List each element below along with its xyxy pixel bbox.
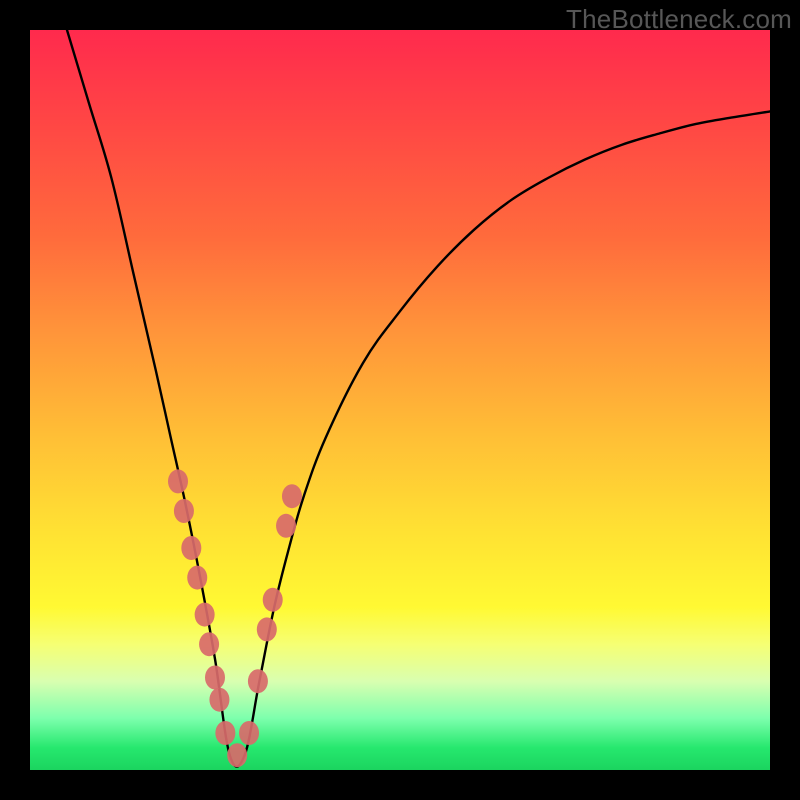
highlight-beads — [168, 469, 302, 767]
bead-point — [239, 721, 259, 745]
bead-point — [257, 617, 277, 641]
bottleneck-curve — [67, 30, 770, 767]
bead-point — [168, 469, 188, 493]
curve-layer — [30, 30, 770, 770]
bead-point — [276, 514, 296, 538]
bead-point — [215, 721, 235, 745]
plot-area — [30, 30, 770, 770]
bead-point — [227, 743, 247, 767]
bead-point — [248, 669, 268, 693]
bead-point — [187, 566, 207, 590]
bead-point — [263, 588, 283, 612]
bead-point — [195, 603, 215, 627]
bead-point — [205, 666, 225, 690]
bead-point — [174, 499, 194, 523]
bead-point — [282, 484, 302, 508]
watermark-text: TheBottleneck.com — [566, 4, 792, 35]
chart-frame: TheBottleneck.com — [0, 0, 800, 800]
bead-point — [181, 536, 201, 560]
bead-point — [199, 632, 219, 656]
bead-point — [209, 688, 229, 712]
